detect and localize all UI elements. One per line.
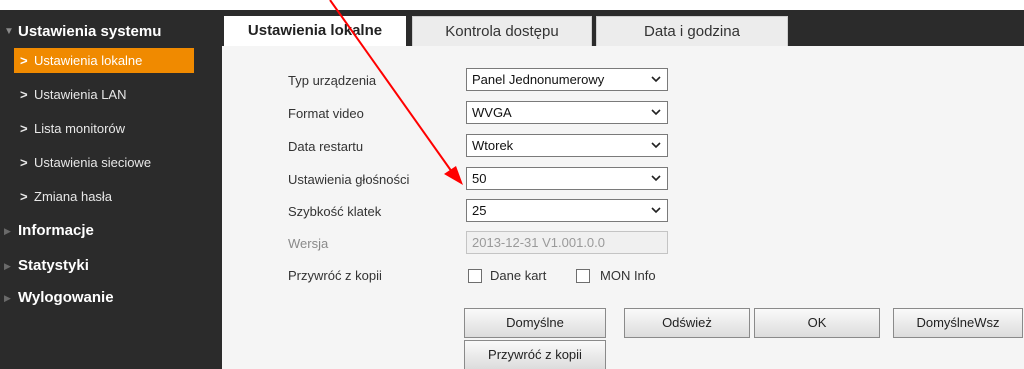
chevron-right-icon: >: [20, 189, 28, 204]
tab-date-time[interactable]: Data i godzina: [596, 16, 788, 46]
settings-panel: Typ urządzenia Panel Jednonumerowy Forma…: [222, 46, 1024, 369]
sidebar-item-monitor-list[interactable]: > Lista monitorów: [14, 116, 194, 141]
restore-from-backup-label: Przywróć z kopii: [288, 268, 382, 283]
volume-label: Ustawienia głośności: [288, 172, 410, 187]
chevron-down-icon: [651, 109, 661, 116]
frame-rate-value: 25: [472, 203, 487, 218]
top-strip: [0, 0, 1024, 10]
triangle-right-icon: ▶: [4, 261, 11, 271]
version-label: Wersja: [288, 236, 329, 251]
chevron-down-icon: [651, 76, 661, 83]
video-format-label: Format video: [288, 106, 364, 121]
sidebar-item-network-settings[interactable]: > Ustawienia sieciowe: [14, 150, 194, 175]
triangle-right-icon: ▶: [4, 226, 11, 236]
mon-info-checkbox[interactable]: [576, 269, 590, 283]
restart-date-label: Data restartu: [288, 139, 364, 154]
device-type-label: Typ urządzenia: [288, 73, 377, 88]
frame-rate-select[interactable]: 25: [466, 199, 668, 222]
chevron-right-icon: >: [20, 121, 28, 136]
video-format-select[interactable]: WVGA: [466, 101, 668, 124]
sidebar: ▼ Ustawienia systemu > Ustawienia lokaln…: [0, 10, 222, 369]
default-all-button[interactable]: DomyślneWsz: [893, 308, 1023, 338]
chevron-down-icon: [651, 175, 661, 182]
card-data-checkbox[interactable]: [468, 269, 482, 283]
triangle-right-icon: ▶: [4, 293, 11, 303]
chevron-right-icon: >: [20, 87, 28, 102]
sidebar-item-change-password[interactable]: > Zmiana hasła: [14, 184, 194, 209]
tab-bar: Ustawienia lokalne Kontrola dostępu Data…: [222, 10, 1024, 46]
frame-rate-label: Szybkość klatek: [288, 204, 382, 219]
sidebar-section-information[interactable]: ▶ Informacje: [0, 217, 222, 245]
volume-select[interactable]: 50: [466, 167, 668, 190]
version-field: 2013-12-31 V1.001.0.0: [466, 231, 668, 254]
device-type-select[interactable]: Panel Jednonumerowy: [466, 68, 668, 91]
sidebar-item-label: Zmiana hasła: [34, 189, 113, 204]
triangle-down-icon: ▼: [4, 26, 14, 37]
sidebar-item-label: Lista monitorów: [34, 121, 126, 136]
sidebar-section-label: Informacje: [18, 222, 94, 239]
chevron-right-icon: >: [20, 53, 28, 68]
tab-access-control[interactable]: Kontrola dostępu: [412, 16, 592, 46]
sidebar-section-label: Statystyki: [18, 257, 89, 274]
chevron-down-icon: [651, 142, 661, 149]
sidebar-section-logout[interactable]: ▶ Wylogowanie: [0, 284, 222, 312]
ok-button[interactable]: OK: [754, 308, 880, 338]
sidebar-section-label: Wylogowanie: [18, 289, 114, 306]
default-button[interactable]: Domyślne: [464, 308, 606, 338]
restore-from-backup-button[interactable]: Przywróć z kopii: [464, 340, 606, 369]
sidebar-item-label: Ustawienia lokalne: [34, 53, 143, 68]
sidebar-section-statistics[interactable]: ▶ Statystyki: [0, 252, 222, 280]
sidebar-item-label: Ustawienia LAN: [34, 87, 127, 102]
sidebar-item-local-settings[interactable]: > Ustawienia lokalne: [14, 48, 194, 73]
sidebar-item-label: Ustawienia sieciowe: [34, 155, 152, 170]
restart-date-select[interactable]: Wtorek: [466, 134, 668, 157]
volume-value: 50: [472, 171, 487, 186]
tab-local-settings[interactable]: Ustawienia lokalne: [224, 16, 406, 46]
chevron-right-icon: >: [20, 155, 28, 170]
sidebar-section-system-settings[interactable]: ▼ Ustawienia systemu: [0, 18, 222, 46]
chevron-down-icon: [651, 207, 661, 214]
sidebar-item-lan-settings[interactable]: > Ustawienia LAN: [14, 82, 194, 107]
refresh-button[interactable]: Odśwież: [624, 308, 750, 338]
device-type-value: Panel Jednonumerowy: [472, 72, 605, 87]
card-data-label: Dane kart: [490, 268, 547, 283]
sidebar-section-label: Ustawienia systemu: [18, 23, 162, 40]
video-format-value: WVGA: [472, 105, 512, 120]
mon-info-label: MON Info: [600, 268, 656, 283]
restart-date-value: Wtorek: [472, 138, 514, 153]
